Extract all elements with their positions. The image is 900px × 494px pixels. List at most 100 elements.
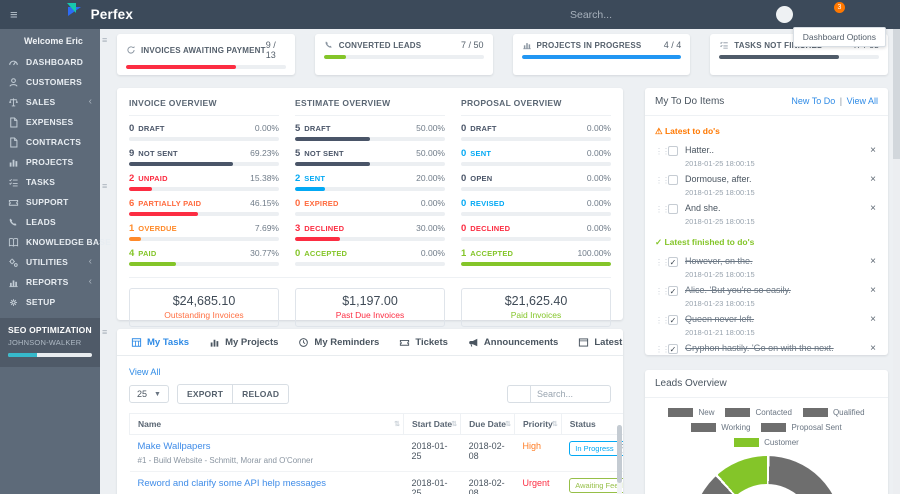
legend-item[interactable]: Customer	[734, 438, 799, 447]
tab[interactable]: My Tasks	[121, 337, 199, 348]
page-size-select[interactable]: 25 ▼	[129, 385, 169, 403]
table-search-icon[interactable]	[507, 385, 531, 403]
sidebar-item[interactable]: UTILITIES ‹	[0, 252, 100, 272]
overview-row[interactable]: 9 NOT SENT 69.23%	[129, 148, 279, 166]
brand[interactable]: Perfex	[66, 2, 133, 23]
sidebar-welcome[interactable]: Welcome Eric	[0, 29, 100, 52]
todo-checkbox-checked[interactable]: ✓	[668, 257, 678, 267]
sidebar-settings-gear-icon[interactable]	[83, 36, 93, 46]
sidebar-item[interactable]: REPORTS ‹	[0, 272, 100, 292]
sidebar-item[interactable]: SUPPORT	[0, 192, 100, 212]
user-avatar[interactable]	[772, 0, 796, 29]
overview-row[interactable]: 4 PAID 30.77%	[129, 248, 279, 266]
overview-row[interactable]: 1 OVERDUE 7.69%	[129, 223, 279, 241]
overview-row[interactable]: 0 EXPIRED 0.00%	[295, 198, 445, 216]
view-all-link[interactable]: View All	[129, 367, 160, 377]
delete-icon[interactable]: ×	[870, 175, 876, 185]
table-header-cell[interactable]: Due Date ⇅	[460, 413, 515, 435]
delete-icon[interactable]: ×	[870, 286, 876, 296]
overview-row[interactable]: 6 PARTIALLY PAID 46.15%	[129, 198, 279, 216]
invoice-total-box[interactable]: $24,685.10 Outstanding Invoices	[129, 288, 279, 327]
overview-row[interactable]: 5 DRAFT 50.00%	[295, 123, 445, 141]
legend-item[interactable]: Proposal Sent	[761, 423, 842, 432]
table-scrollbar[interactable]	[617, 425, 622, 494]
todo-checkbox[interactable]	[668, 175, 678, 185]
stat-card[interactable]: PROJECTS IN PROGRESS 4 / 4	[512, 34, 691, 75]
sidebar-item[interactable]: TASKS	[0, 172, 100, 192]
overview-row[interactable]: 0 DRAFT 0.00%	[129, 123, 279, 141]
sidebar-item[interactable]: EXPENSES	[0, 112, 100, 132]
task-status-badge[interactable]: In Progress ✓	[569, 441, 623, 456]
table-header-cell[interactable]: Priority ⇅	[514, 413, 562, 435]
sidebar-item[interactable]: SETUP	[0, 292, 100, 312]
notifications-bell-icon[interactable]	[868, 0, 892, 29]
overview-row[interactable]: 3 DECLINED 30.00%	[295, 223, 445, 241]
todo-view-all-link[interactable]: View All	[847, 96, 878, 106]
overview-row[interactable]: 2 UNPAID 15.38%	[129, 173, 279, 191]
sidebar-item[interactable]: DASHBOARD	[0, 52, 100, 72]
drag-grip-icon[interactable]: ⋮⋮	[655, 345, 670, 354]
table-header-cell[interactable]: Status⇅	[560, 413, 623, 435]
sidebar-item[interactable]: SALES ‹	[0, 92, 100, 112]
task-status-badge[interactable]: Awaiting Feedback ✓	[569, 478, 623, 493]
navbar-search-input[interactable]	[570, 8, 748, 21]
legend-item[interactable]: New	[668, 408, 714, 417]
delete-icon[interactable]: ×	[870, 204, 876, 214]
drag-grip-icon[interactable]: ⋮⋮	[655, 258, 670, 267]
quick-actions-icon[interactable]	[796, 0, 820, 29]
tab[interactable]: Tickets	[389, 337, 458, 348]
todo-checkbox[interactable]	[668, 204, 678, 214]
edit-pencil-icon[interactable]	[857, 316, 865, 324]
search-icon[interactable]	[748, 0, 772, 29]
drag-grip-icon[interactable]: ⋮⋮	[655, 205, 670, 214]
todo-notifications-icon[interactable]: 3	[820, 0, 845, 29]
new-todo-link[interactable]: New To Do	[791, 96, 835, 106]
todo-checkbox-checked[interactable]: ✓	[668, 286, 678, 296]
task-name-link[interactable]: Make Wallpapers	[138, 441, 396, 452]
task-name-link[interactable]: Reword and clarify some API help message…	[138, 478, 396, 489]
todo-checkbox-checked[interactable]: ✓	[668, 315, 678, 325]
todo-checkbox[interactable]	[668, 146, 678, 156]
tab[interactable]: My Projects	[199, 337, 288, 348]
drag-grip-icon[interactable]: ⋮⋮	[655, 287, 670, 296]
reload-button[interactable]: RELOAD	[233, 384, 290, 404]
table-header-cell[interactable]: Start Date ⇅	[402, 413, 462, 435]
legend-item[interactable]: Qualified	[802, 408, 865, 417]
legend-item[interactable]: Working	[691, 423, 750, 432]
edit-pencil-icon[interactable]	[857, 205, 865, 213]
drag-grip-icon[interactable]: ⋮⋮	[655, 316, 670, 325]
invoice-total-box[interactable]: $1,197.00 Past Due Invoices	[295, 288, 445, 327]
hamburger-menu-icon[interactable]: ≡	[10, 8, 18, 21]
stat-card[interactable]: CONVERTED LEADS 7 / 50	[314, 34, 493, 75]
widget-drag-handle[interactable]: ≡	[102, 182, 107, 191]
overview-row[interactable]: 0 REVISED 0.00%	[461, 198, 611, 216]
sidebar-project-widget[interactable]: SEO OPTIMIZATION JOHNSON-WALKER	[0, 318, 100, 367]
edit-pencil-icon[interactable]	[857, 176, 865, 184]
todo-checkbox-checked[interactable]: ✓	[668, 344, 678, 354]
edit-pencil-icon[interactable]	[857, 258, 865, 266]
page-scrollbar[interactable]	[893, 29, 900, 494]
overview-row[interactable]: 0 SENT 0.00%	[461, 148, 611, 166]
table-row[interactable]: Make Wallpapers #1 - Build Website - Sch…	[129, 434, 623, 472]
drag-grip-icon[interactable]: ⋮⋮	[655, 147, 670, 156]
sidebar-item[interactable]: KNOWLEDGE BASE	[0, 232, 111, 252]
stat-card[interactable]: INVOICES AWAITING PAYMENT 9 / 13	[117, 34, 295, 75]
widget-drag-handle[interactable]: ≡	[102, 36, 107, 45]
widget-drag-handle[interactable]: ≡	[102, 328, 107, 337]
overview-row[interactable]: 2 SENT 20.00%	[295, 173, 445, 191]
edit-pencil-icon[interactable]	[857, 287, 865, 295]
table-header-cell[interactable]: Name ⇅	[129, 413, 404, 435]
sidebar-item[interactable]: LEADS	[0, 212, 100, 232]
tab[interactable]: Announcements	[458, 337, 568, 348]
legend-item[interactable]: Contacted	[725, 408, 792, 417]
overview-row[interactable]: 0 OPEN 0.00%	[461, 173, 611, 191]
timers-icon[interactable]	[844, 0, 868, 29]
tab[interactable]: Latest Activity	[568, 337, 623, 348]
export-button[interactable]: EXPORT	[176, 384, 234, 404]
sidebar-item[interactable]: CONTRACTS	[0, 132, 100, 152]
overview-row[interactable]: 0 DECLINED 0.00%	[461, 223, 611, 241]
delete-icon[interactable]: ×	[870, 257, 876, 267]
overview-row[interactable]: 0 ACCEPTED 0.00%	[295, 248, 445, 266]
sidebar-item[interactable]: PROJECTS	[0, 152, 100, 172]
overview-row[interactable]: 1 ACCEPTED 100.00%	[461, 248, 611, 266]
